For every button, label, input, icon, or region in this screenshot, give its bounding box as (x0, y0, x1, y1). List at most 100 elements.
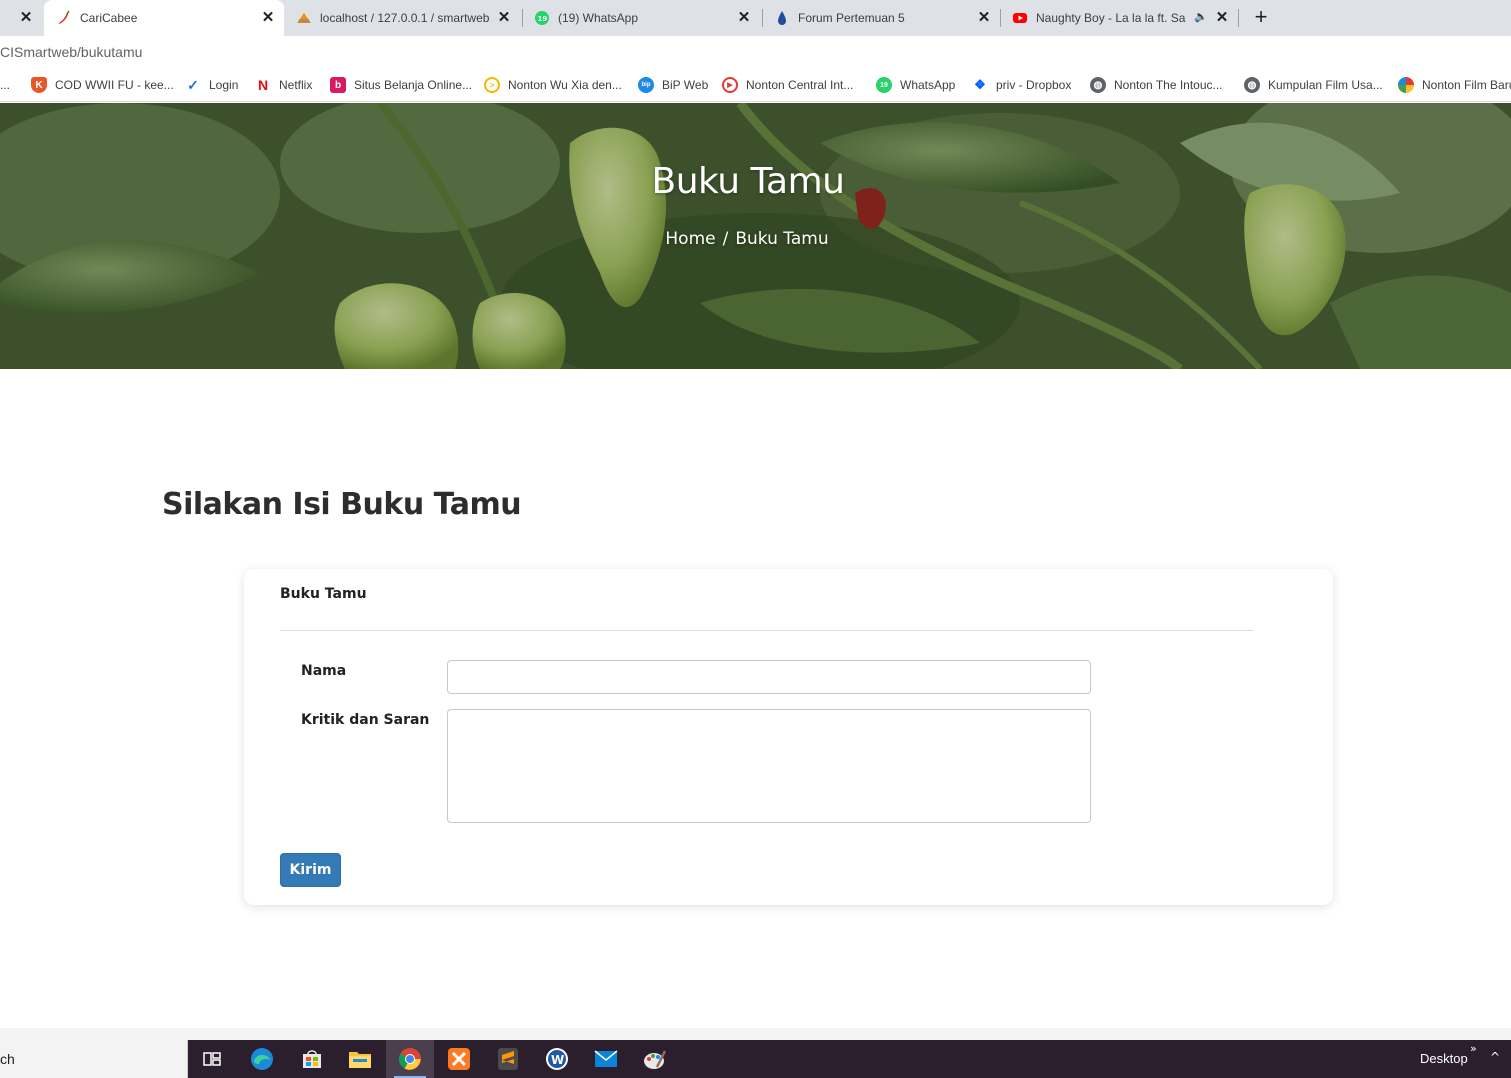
mail-icon[interactable] (594, 1047, 618, 1071)
netflix-icon: N (257, 77, 269, 93)
bookmark-item[interactable]: K COD WWII FU - kee... (31, 76, 174, 94)
tab-title: Naughty Boy - La la la ft. Sam (1036, 11, 1186, 25)
hero-banner: Buku Tamu Home / Buku Tamu (0, 103, 1511, 369)
bookmark-item[interactable]: N Netflix (255, 76, 312, 94)
bookmark-item[interactable]: ◍ Nonton The Intouc... (1090, 76, 1223, 94)
file-explorer-icon[interactable] (348, 1047, 372, 1071)
wordpad-icon[interactable]: W (545, 1047, 569, 1071)
svg-text:W: W (551, 1053, 564, 1067)
bookmark-label: Kumpulan Film Usa... (1268, 78, 1383, 92)
bookmark-item[interactable]: ◍ Kumpulan Film Usa... (1244, 76, 1383, 94)
hero-title: Buku Tamu (651, 161, 846, 202)
kirim-button[interactable]: Kirim (280, 853, 341, 887)
bookmark-overflow[interactable]: ... (0, 76, 10, 94)
store-icon[interactable] (300, 1047, 324, 1071)
bookmark-item[interactable]: ❖ priv - Dropbox (972, 76, 1071, 94)
kritik-saran-textarea[interactable] (447, 709, 1091, 823)
bookmark-label: Login (209, 78, 239, 92)
bookmark-label: BiP Web (662, 78, 709, 92)
taskbar-search-box[interactable]: ch (0, 1040, 188, 1078)
bookmark-label: Nonton Central Int... (746, 78, 854, 92)
tab-title: CariCabee (80, 11, 138, 25)
xampp-icon[interactable] (447, 1047, 471, 1071)
bookmark-label: Netflix (279, 78, 313, 92)
bookmark-label: Situs Belanja Online... (354, 78, 473, 92)
droplet-icon (778, 11, 786, 25)
desktop-toolbar-label[interactable]: Desktop (1420, 1051, 1468, 1066)
bookmark-item[interactable]: bip BiP Web (638, 76, 708, 94)
bookmark-item[interactable]: ✓ Login (185, 76, 238, 94)
tab-title: Forum Pertemuan 5 (798, 11, 905, 25)
search-text: ch (0, 1051, 15, 1067)
browser-tab-strip: ✕ CariCabee ✕ PMA localhost / 127.0.0.1 … (0, 0, 1511, 36)
chevron-icon[interactable]: » (1470, 1042, 1477, 1055)
tab-separator (762, 9, 763, 27)
edge-icon[interactable] (250, 1047, 274, 1071)
bookmark-label: WhatsApp (900, 78, 956, 92)
svg-text:19: 19 (538, 15, 548, 23)
bookmark-item[interactable]: ▶ Nonton Central Int... (722, 76, 853, 94)
tab-forum[interactable]: Forum Pertemuan 5 ✕ (764, 0, 1000, 36)
youtube-icon (1013, 13, 1027, 23)
url-field[interactable]: CISmartweb/bukutamu (0, 44, 142, 60)
tab-partial[interactable]: ✕ (0, 0, 42, 36)
bip-icon: bip (638, 77, 654, 93)
k-shield-icon: K (31, 77, 47, 93)
paint-icon[interactable] (643, 1047, 667, 1071)
globe-icon: ◍ (1244, 77, 1260, 93)
tab-title: localhost / 127.0.0.1 / smartweb (320, 11, 490, 25)
tab-phpmyadmin[interactable]: PMA localhost / 127.0.0.1 / smartweb ✕ (286, 0, 520, 36)
show-hidden-icons-icon[interactable]: ^ (1490, 1050, 1500, 1064)
svg-text:PMA: PMA (299, 19, 310, 25)
bookmark-label: Nonton Wu Xia den... (508, 78, 622, 92)
sublime-text-icon[interactable] (496, 1047, 520, 1071)
whatsapp-icon: 19 (876, 77, 892, 93)
bookmark-item[interactable]: Nonton Film Baru (1398, 76, 1511, 94)
card-title: Buku Tamu (280, 586, 367, 602)
bookmark-item[interactable]: b Situs Belanja Online... (330, 76, 472, 94)
nama-input[interactable] (447, 660, 1091, 694)
tab-whatsapp[interactable]: 19 (19) WhatsApp ✕ (524, 0, 760, 36)
bookmark-label: COD WWII FU - kee... (55, 78, 174, 92)
windows-taskbar: ch W Desktop » ^ (0, 1040, 1511, 1078)
play-circle-icon: > (484, 77, 500, 93)
bookmarks-bar: ... K COD WWII FU - kee... ✓ Login N Net… (0, 68, 1511, 102)
bookmark-item[interactable]: > Nonton Wu Xia den... (484, 76, 622, 94)
nama-label: Nama (301, 663, 347, 679)
chili-icon (59, 10, 70, 24)
card-divider (280, 630, 1253, 631)
tab-separator (522, 9, 523, 27)
bookmark-label: ... (0, 78, 11, 92)
breadcrumb-home-link[interactable]: Home (665, 229, 715, 249)
tab-youtube[interactable]: Naughty Boy - La la la ft. Sam 🔈 ✕ (1002, 0, 1238, 36)
chrome-icon[interactable] (398, 1047, 422, 1071)
task-view-icon[interactable] (200, 1047, 224, 1071)
tab-separator (1000, 9, 1001, 27)
check-icon: ✓ (187, 76, 199, 93)
close-tab-icon[interactable]: ✕ (260, 10, 276, 26)
bookmark-label: priv - Dropbox (996, 78, 1072, 92)
breadcrumb: Home / Buku Tamu (0, 229, 1494, 249)
bookmark-label: Nonton The Intouc... (1114, 78, 1223, 92)
bookmark-label: Nonton Film Baru (1422, 78, 1511, 92)
phpmyadmin-icon: PMA (297, 13, 311, 25)
kritik-saran-label: Kritik dan Saran (301, 712, 430, 728)
globe-icon: ◍ (1090, 77, 1106, 93)
close-tab-icon[interactable]: ✕ (1214, 10, 1230, 26)
address-bar: CISmartweb/bukutamu (0, 36, 1511, 68)
close-tab-icon[interactable]: ✕ (976, 10, 992, 26)
bookmark-item[interactable]: 19 WhatsApp (876, 76, 955, 94)
shop-icon: b (330, 77, 346, 93)
speaker-icon[interactable]: 🔈 (1194, 10, 1208, 23)
whatsapp-icon: 19 (535, 11, 549, 25)
tab-caricabee[interactable]: CariCabee ✕ (44, 0, 284, 36)
play-icon: ▶ (722, 77, 738, 93)
pinwheel-icon (1398, 77, 1414, 93)
close-tab-icon[interactable]: ✕ (736, 10, 752, 26)
breadcrumb-current: Buku Tamu (735, 229, 829, 249)
new-tab-button[interactable]: + (1250, 6, 1272, 28)
tab-separator (1238, 9, 1239, 27)
close-tab-icon[interactable]: ✕ (496, 10, 512, 26)
guestbook-card: Buku Tamu Nama Kritik dan Saran Kirim (244, 569, 1333, 905)
close-tab-icon[interactable]: ✕ (18, 10, 34, 26)
